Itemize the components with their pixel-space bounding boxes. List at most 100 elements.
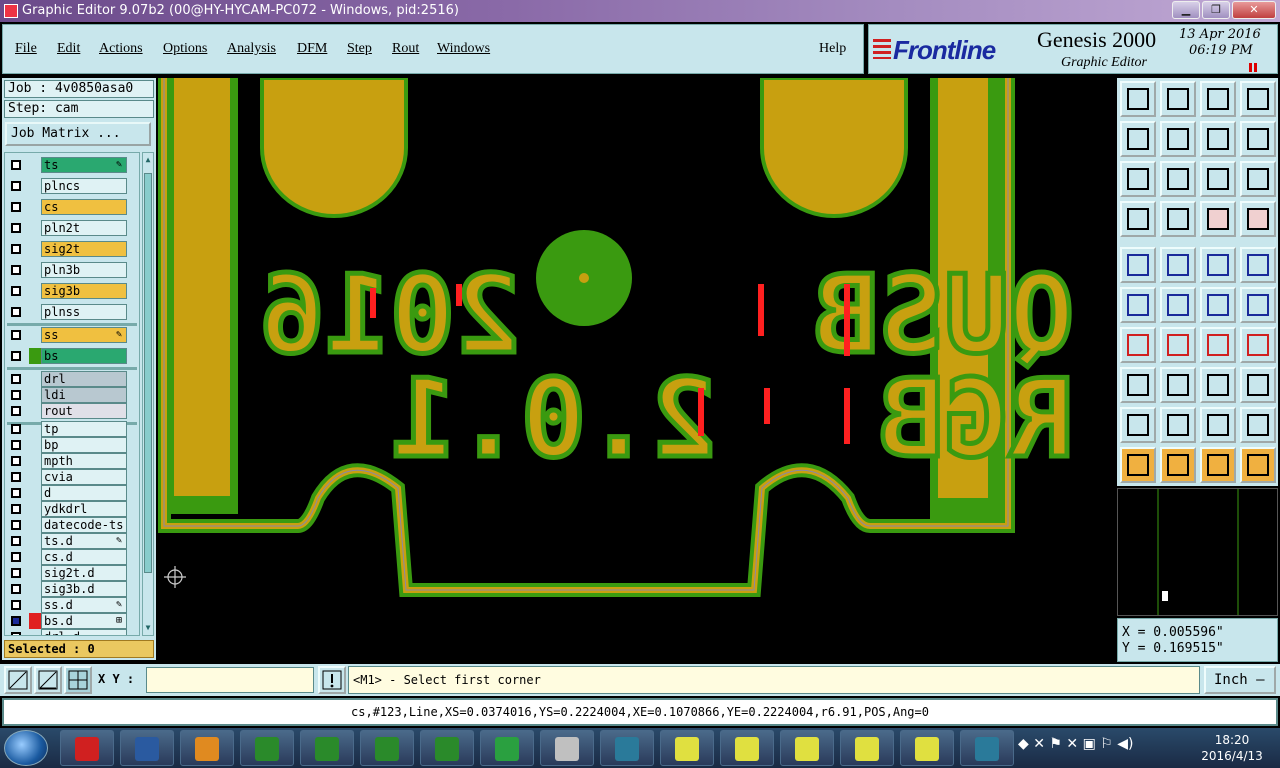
taskbar-app-button[interactable] — [720, 730, 774, 766]
taskbar-app-button[interactable] — [60, 730, 114, 766]
fit-all-tool-button[interactable] — [1120, 161, 1156, 197]
layer-color-swatch[interactable] — [29, 565, 41, 581]
layer-checkbox[interactable] — [11, 307, 21, 317]
layer-name[interactable]: sig3b — [41, 283, 127, 299]
layer-color-swatch[interactable] — [29, 199, 41, 215]
layer-name[interactable]: tp — [41, 421, 127, 437]
taskbar-app-button[interactable] — [840, 730, 894, 766]
layer-color-swatch[interactable] — [29, 327, 41, 343]
taskbar-app-button[interactable] — [600, 730, 654, 766]
layer-compare-tool-button[interactable] — [1200, 201, 1236, 237]
layer-row[interactable]: sig3b.d — [5, 581, 139, 597]
measure-tool-button[interactable] — [1120, 201, 1156, 237]
arch-tool-button[interactable] — [1200, 407, 1236, 443]
layer-checkbox[interactable] — [11, 536, 21, 546]
layer-color-swatch[interactable] — [29, 613, 41, 629]
taskbar-clock[interactable]: 18:20 2016/4/13 — [1196, 732, 1268, 764]
snap-angle-button[interactable] — [34, 666, 62, 694]
pan-back-tool-button[interactable] — [1200, 121, 1236, 157]
layer-color-swatch[interactable] — [29, 581, 41, 597]
layer-row[interactable]: ydkdrl — [5, 501, 139, 517]
one-to-one-tool-button[interactable] — [1200, 161, 1236, 197]
dot-tool-button[interactable] — [1240, 247, 1276, 283]
pcb-drawing[interactable]: 2016 QUSB 2.0.1 RGB — [158, 78, 1116, 662]
layer-color-swatch[interactable] — [29, 304, 41, 320]
layer-name[interactable]: rout — [41, 403, 127, 419]
scroll-up-icon[interactable]: ▲ — [144, 155, 152, 165]
layer-name[interactable]: ydkdrl — [41, 501, 127, 517]
layer-name[interactable]: sig3b.d — [41, 581, 127, 597]
layer-color-swatch[interactable] — [29, 348, 41, 364]
units-selector[interactable]: Inch — — [1204, 666, 1276, 694]
layer-name[interactable]: cvia — [41, 469, 127, 485]
layer-row[interactable]: sig2t — [5, 241, 139, 257]
layer-checkbox[interactable] — [11, 632, 21, 635]
layer-name[interactable]: drl.d — [41, 629, 127, 635]
menu-windows[interactable]: Windows — [437, 41, 490, 57]
taskbar-app-button[interactable] — [240, 730, 294, 766]
layer-color-swatch[interactable] — [29, 501, 41, 517]
layer-checkbox[interactable] — [11, 488, 21, 498]
restore-button[interactable]: ❐ — [1202, 1, 1230, 19]
pan-left-tool-button[interactable] — [1120, 121, 1156, 157]
layer-name[interactable]: cs.d — [41, 549, 127, 565]
layer-row[interactable]: pln3b — [5, 262, 139, 278]
layer-name[interactable]: pln2t — [41, 220, 127, 236]
ruler-tool-button[interactable] — [1200, 247, 1236, 283]
layer-name[interactable]: cs — [41, 199, 127, 215]
layer-checkbox[interactable] — [11, 330, 21, 340]
layer-row[interactable]: sig3b — [5, 283, 139, 299]
layer-row[interactable]: ss.d ✎ — [5, 597, 139, 613]
taskbar-app-button[interactable] — [120, 730, 174, 766]
taskbar-app-button[interactable] — [420, 730, 474, 766]
layer-row[interactable]: drl — [5, 371, 139, 387]
trim-tool-button[interactable] — [1160, 367, 1196, 403]
minimize-button[interactable]: ▁ — [1172, 1, 1200, 19]
snap-s-tool-button[interactable] — [1240, 121, 1276, 157]
layer-row[interactable]: plnss — [5, 304, 139, 320]
layer-color-swatch[interactable] — [29, 283, 41, 299]
move-tool-button[interactable] — [1200, 287, 1236, 323]
layer-color-swatch[interactable] — [29, 533, 41, 549]
snap-grid-button[interactable] — [64, 666, 92, 694]
layer-checkbox[interactable] — [11, 390, 21, 400]
angle-line-tool-button[interactable] — [1240, 407, 1276, 443]
layer-row[interactable]: mpth — [5, 453, 139, 469]
layer-color-swatch[interactable] — [29, 262, 41, 278]
layer-color-swatch[interactable] — [29, 220, 41, 236]
arc-tool-button[interactable] — [1200, 327, 1236, 363]
menu-edit[interactable]: Edit — [57, 41, 80, 57]
cut-tool-button[interactable] — [1160, 287, 1196, 323]
zoom-home-tool-button[interactable] — [1120, 81, 1156, 117]
triangle-tool-button[interactable] — [1120, 407, 1156, 443]
layer-checkbox[interactable] — [11, 374, 21, 384]
alert-button[interactable] — [318, 666, 346, 694]
select-lasso-tool-button[interactable] — [1200, 447, 1236, 483]
connect-nodes-tool-button[interactable] — [1120, 287, 1156, 323]
layer-row[interactable]: ts ✎ — [5, 157, 139, 173]
layer-name[interactable]: bs — [41, 348, 127, 364]
layer-color-swatch[interactable] — [29, 629, 41, 635]
window-zoom-tool-button[interactable] — [1240, 81, 1276, 117]
layer-color-swatch[interactable] — [29, 517, 41, 533]
menu-dfm[interactable]: DFM — [297, 41, 327, 57]
layer-color-swatch[interactable] — [29, 437, 41, 453]
layer-checkbox[interactable] — [11, 584, 21, 594]
system-tray-icons[interactable]: ◆ ✕ ⚑ ✕ ▣ ⚐ ◀) — [1018, 736, 1134, 752]
xy-input[interactable] — [146, 667, 314, 693]
layer-row[interactable]: drl.d — [5, 629, 139, 635]
layer-checkbox[interactable] — [11, 351, 21, 361]
help-query-tool-button[interactable] — [1240, 161, 1276, 197]
layer-checkbox[interactable] — [11, 286, 21, 296]
menu-step[interactable]: Step — [347, 41, 372, 57]
layer-name[interactable]: ldi — [41, 387, 127, 403]
layer-name[interactable]: ts.d ✎ — [41, 533, 127, 549]
layer-checkbox[interactable] — [11, 202, 21, 212]
graphic-canvas[interactable]: 2016 QUSB 2.0.1 RGB — [158, 78, 1116, 662]
layer-name[interactable]: ss.d ✎ — [41, 597, 127, 613]
taskbar-app-button[interactable] — [900, 730, 954, 766]
layer-checkbox[interactable] — [11, 265, 21, 275]
taskbar-app-button[interactable] — [780, 730, 834, 766]
scroll-down-icon[interactable]: ▼ — [144, 623, 152, 633]
layer-checkbox[interactable] — [11, 181, 21, 191]
